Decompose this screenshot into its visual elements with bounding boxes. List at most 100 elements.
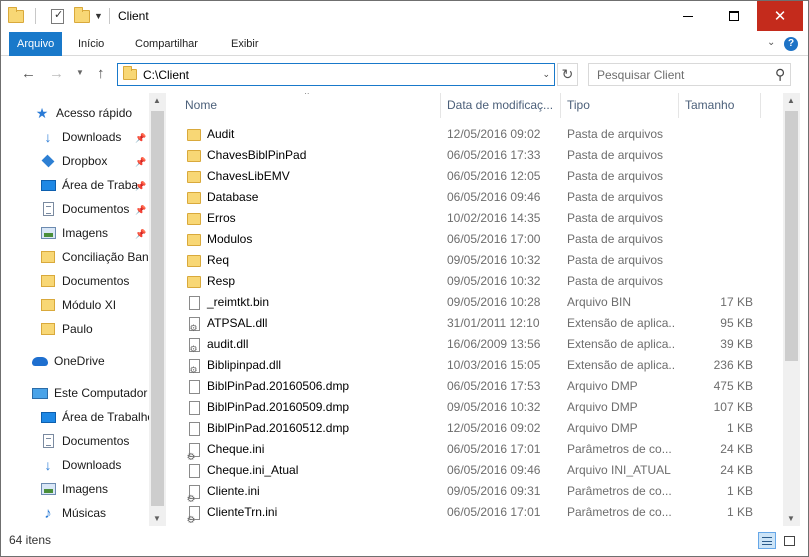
nav-documentos-folder[interactable]: Documentos [40, 270, 166, 292]
nav-scrollbar[interactable]: ▲ ▼ [149, 93, 166, 526]
column-size[interactable]: Tamanho [679, 93, 761, 118]
recent-locations-icon[interactable]: ▼ [76, 68, 84, 77]
tab-arquivo[interactable]: Arquivo [9, 32, 63, 56]
file-row[interactable]: _reimtkt.bin 09/05/2016 10:28 Arquivo BIN 1… [167, 292, 767, 313]
details-view-button[interactable] [758, 532, 776, 549]
file-name: ATPSAL.dll [207, 316, 268, 330]
file-name-cell[interactable]: Cheque.ini [186, 439, 436, 460]
scroll-up-icon[interactable]: ▲ [153, 96, 161, 105]
minimize-button[interactable] [665, 1, 711, 31]
file-row[interactable]: Cheque.ini_Atual 06/05/2016 09:46 Arquivo … [167, 460, 767, 481]
file-name-cell[interactable]: ATPSAL.dll [186, 313, 436, 334]
file-row[interactable]: ATPSAL.dll 31/01/2011 12:10 Extensão de ap… [167, 313, 767, 334]
nav-images-pinned[interactable]: Imagens [40, 222, 166, 244]
document-icon [40, 433, 56, 449]
nav-this-pc[interactable]: Este Computador [32, 382, 166, 404]
file-row[interactable]: BiblPinPad.20160506.dmp 06/05/2016 17:53 A… [167, 376, 767, 397]
file-name-cell[interactable]: BiblPinPad.20160509.dmp [186, 397, 436, 418]
properties-icon[interactable] [51, 7, 64, 25]
search-icon[interactable]: ⚲ [775, 66, 785, 83]
tab-compartilhar[interactable]: Compartilhar [128, 32, 205, 56]
file-row[interactable]: ChavesBiblPinPad 06/05/2016 17:33 Pasta de… [167, 145, 767, 166]
file-name-cell[interactable]: Biblipinpad.dll [186, 355, 436, 376]
file-name-cell[interactable]: Cheque.ini_Atual [186, 460, 436, 481]
file-name-cell[interactable]: ChavesLibEMV [186, 166, 436, 187]
scroll-down-icon[interactable]: ▼ [787, 514, 795, 523]
file-row[interactable]: BiblPinPad.20160512.dmp 12/05/2016 09:02 A… [167, 418, 767, 439]
file-row[interactable]: Resp 09/05/2016 10:32 Pasta de arquivos [167, 271, 767, 292]
folder-icon [186, 127, 202, 143]
tab-inicio[interactable]: Início [71, 32, 111, 56]
file-row[interactable]: Cheque.ini 06/05/2016 17:01 Parâmetros de … [167, 439, 767, 460]
help-icon[interactable]: ? [784, 37, 798, 51]
file-name-cell[interactable]: audit.dll [186, 334, 436, 355]
nav-documents-pinned[interactable]: Documentos [40, 198, 166, 220]
file-name-cell[interactable]: Cliente.ini [186, 481, 436, 502]
file-row[interactable]: audit.dll 16/06/2009 13:56 Extensão de apl… [167, 334, 767, 355]
file-row[interactable]: Modulos 06/05/2016 17:00 Pasta de arquivos [167, 229, 767, 250]
column-name[interactable]: Nome [179, 93, 441, 118]
search-input[interactable]: Pesquisar Client ⚲ [588, 63, 791, 86]
refresh-button[interactable]: ↻ [557, 63, 578, 86]
file-name-cell[interactable]: Modulos [186, 229, 436, 250]
customize-quick-access-button[interactable]: ▼ [94, 7, 103, 25]
nav-modulo-xi[interactable]: Módulo XI [40, 294, 166, 316]
file-row[interactable]: BiblPinPad.20160509.dmp 09/05/2016 10:32 A… [167, 397, 767, 418]
nav-paulo[interactable]: Paulo [40, 318, 166, 340]
file-name-cell[interactable]: Audit [186, 124, 436, 145]
file-list-scroll-thumb[interactable] [785, 111, 798, 361]
file-name-cell[interactable]: Resp [186, 271, 436, 292]
qa-separator [35, 7, 36, 25]
file-name-cell[interactable]: BiblPinPad.20160506.dmp [186, 376, 436, 397]
file-row[interactable]: Cliente.ini 09/05/2016 09:31 Parâmetros de… [167, 481, 767, 502]
column-date[interactable]: Data de modificaç... [441, 93, 561, 118]
file-name-cell[interactable]: Req [186, 250, 436, 271]
address-dropdown-icon[interactable]: ⌄ [542, 69, 550, 80]
download-icon: ↓ [44, 457, 52, 473]
nav-quick-access[interactable]: ★ Acesso rápido [34, 102, 166, 124]
nav-dropbox[interactable]: Dropbox [40, 150, 166, 172]
forward-button[interactable]: → [49, 65, 64, 82]
nav-downloads-pinned[interactable]: ↓ Downloads [40, 126, 166, 148]
nav-music[interactable]: ♪ Músicas [40, 502, 166, 524]
close-button[interactable]: ✕ [757, 1, 803, 31]
tab-exibir[interactable]: Exibir [224, 32, 266, 56]
scroll-up-icon[interactable]: ▲ [787, 96, 795, 105]
column-type[interactable]: Tipo [561, 93, 679, 118]
file-row[interactable]: Audit 12/05/2016 09:02 Pasta de arquivos [167, 124, 767, 145]
nav-downloads[interactable]: ↓ Downloads [40, 454, 166, 476]
nav-images[interactable]: Imagens [40, 478, 166, 500]
folder-icon [40, 249, 56, 265]
file-type: Extensão de aplica... [567, 316, 675, 330]
nav-conciliacao[interactable]: Conciliação Ban [40, 246, 166, 268]
file-name-cell[interactable]: ClienteTrn.ini [186, 502, 436, 523]
address-path[interactable]: C:\Client [143, 68, 189, 82]
file-row[interactable]: ClienteTrn.ini 06/05/2016 17:01 Parâmetros… [167, 502, 767, 523]
large-icons-view-button[interactable] [780, 532, 798, 549]
file-list-scrollbar[interactable]: ▲ ▼ [783, 93, 800, 526]
back-button[interactable]: ← [21, 65, 36, 82]
address-bar[interactable]: C:\Client ⌄ [117, 63, 555, 86]
file-date: 16/06/2009 13:56 [447, 337, 541, 351]
file-name-cell[interactable]: BiblPinPad.20160512.dmp [186, 418, 436, 439]
file-name-cell[interactable]: Erros [186, 208, 436, 229]
file-row[interactable]: Database 06/05/2016 09:46 Pasta de arquivo… [167, 187, 767, 208]
up-button[interactable]: ↑ [97, 65, 105, 82]
scroll-down-icon[interactable]: ▼ [153, 514, 161, 523]
pin-icon: 📌 [135, 133, 147, 143]
file-row[interactable]: ChavesLibEMV 06/05/2016 12:05 Pasta de arq… [167, 166, 767, 187]
expand-ribbon-icon[interactable]: ⌄ [767, 37, 775, 48]
file-name-cell[interactable]: ChavesBiblPinPad [186, 145, 436, 166]
nav-desktop-pinned[interactable]: Área de Traba [40, 174, 166, 196]
file-name-cell[interactable]: Database [186, 187, 436, 208]
file-row[interactable]: Biblipinpad.dll 10/03/2016 15:05 Extensão … [167, 355, 767, 376]
nav-scroll-thumb[interactable] [151, 111, 164, 506]
file-row[interactable]: Req 09/05/2016 10:32 Pasta de arquivos [167, 250, 767, 271]
new-folder-icon[interactable] [74, 6, 90, 25]
nav-onedrive[interactable]: OneDrive [32, 350, 166, 372]
file-name-cell[interactable]: _reimtkt.bin [186, 292, 436, 313]
nav-desktop[interactable]: Área de Trabalho [40, 406, 166, 428]
maximize-button[interactable] [711, 1, 757, 31]
nav-documents[interactable]: Documentos [40, 430, 166, 452]
file-row[interactable]: Erros 10/02/2016 14:35 Pasta de arquivos [167, 208, 767, 229]
